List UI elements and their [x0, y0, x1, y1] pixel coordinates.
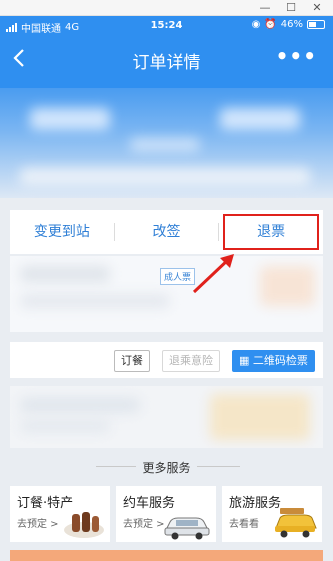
- more-options-icon[interactable]: •••: [276, 44, 317, 68]
- car-icon: [164, 517, 210, 540]
- change-destination-button[interactable]: 变更到站: [10, 210, 114, 254]
- refund-button[interactable]: 退票: [219, 210, 323, 254]
- minimize-icon[interactable]: —: [254, 0, 276, 16]
- window-chrome: — ☐ ✕: [0, 0, 333, 16]
- service-car[interactable]: 约车服务 去预定 >: [116, 486, 216, 542]
- battery-icon: [307, 20, 325, 29]
- qr-checkin-button[interactable]: ▦ 二维码检票: [232, 350, 315, 372]
- order-button-row: 订餐 退乘意险 ▦ 二维码检票: [10, 342, 323, 378]
- bottom-banner: [10, 550, 323, 561]
- annotation-arrow-icon: [192, 254, 234, 294]
- battery-percent: 46%: [280, 19, 303, 30]
- trip-summary-card: [0, 88, 333, 198]
- service-travel[interactable]: 旅游服务 去看看: [222, 486, 322, 542]
- alarm-icon: ⏰: [264, 19, 277, 30]
- travel-car-icon: [275, 508, 317, 538]
- location-icon: ◉: [251, 19, 261, 30]
- insurance-button[interactable]: 退乘意险: [162, 350, 220, 372]
- service-food-specialty[interactable]: 订餐·特产 去预定 >: [10, 486, 110, 542]
- ticket-actions: 变更到站 改签 退票: [10, 210, 323, 254]
- status-bar: 中国联通 4G 15:24 ◉ ⏰ 46%: [0, 16, 333, 36]
- title-bar: 订单详情 •••: [0, 38, 333, 80]
- close-icon[interactable]: ✕: [306, 0, 328, 16]
- order-meal-button[interactable]: 订餐: [114, 350, 150, 372]
- qr-icon: ▦: [239, 354, 250, 367]
- more-services-title: 更多服务: [0, 459, 333, 476]
- promo-banner[interactable]: [10, 386, 323, 448]
- qr-checkin-label: 二维码检票: [252, 354, 308, 367]
- maximize-icon[interactable]: ☐: [280, 0, 302, 16]
- reschedule-button[interactable]: 改签: [115, 210, 219, 254]
- food-icon: [64, 512, 104, 538]
